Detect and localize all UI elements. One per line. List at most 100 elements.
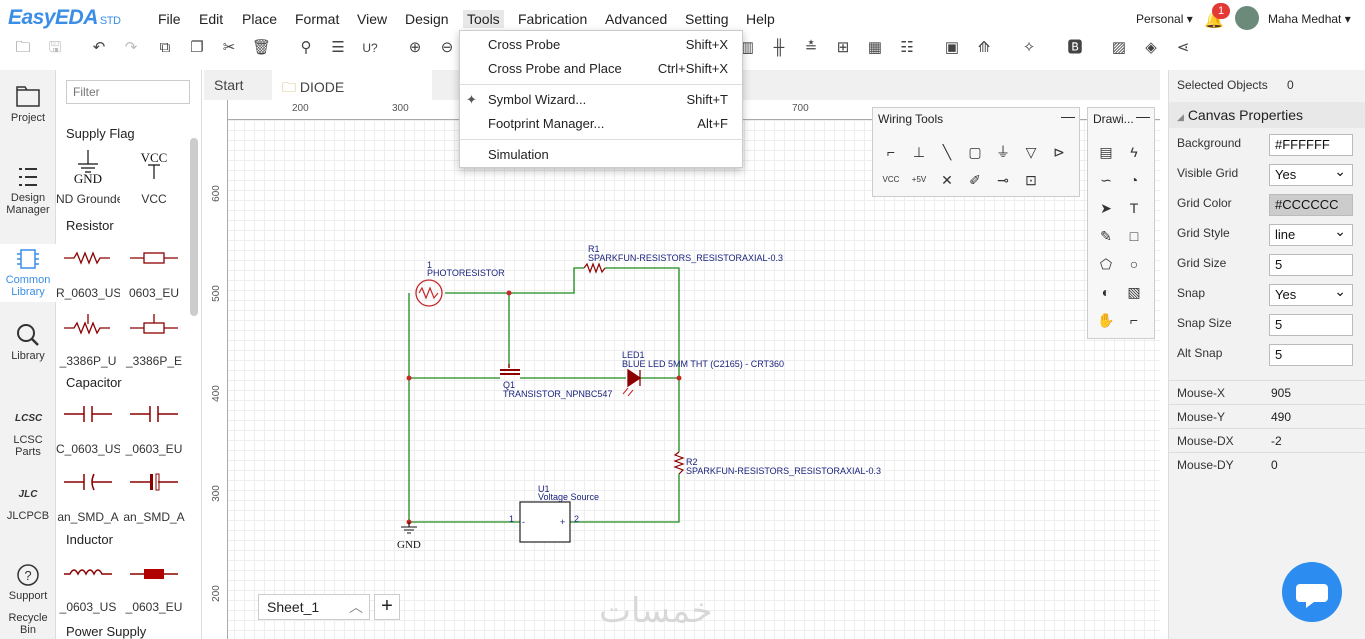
background-input[interactable]: #FFFFFF [1269,134,1353,156]
pie-icon[interactable]: ◐ [1094,280,1118,304]
copy-icon[interactable]: ❐ [188,38,206,58]
part-cap-tan-b[interactable]: an_SMD_A [122,462,186,532]
visible-grid-select[interactable]: Yes [1269,161,1353,186]
find-replace-icon[interactable]: U? [361,38,379,58]
polygon-icon[interactable]: ⬠ [1094,252,1118,276]
layers-up-icon[interactable]: ⟰ [975,38,993,58]
find-similar-icon[interactable]: ☰ [329,38,347,58]
polyline-icon[interactable]: ϟ [1122,140,1146,164]
export-image-icon[interactable]: ▨ [1110,38,1128,58]
sheet-icon[interactable]: ▤ [1094,140,1118,164]
part-vcc[interactable]: VCC VCC [122,144,186,214]
category-resistor[interactable]: Resistor [66,218,114,233]
part-gnd[interactable]: GND ND Grounde [56,144,120,214]
menu-item-symbol-wizard[interactable]: ✦ Symbol Wizard... Shift+T [460,88,742,112]
duplicate-icon[interactable]: ⧉ [156,38,174,58]
nav-library[interactable]: Library [0,322,56,362]
menu-setting[interactable]: Setting [685,11,729,27]
grid-size-input[interactable]: 5 [1269,254,1353,276]
circle-icon[interactable]: ○ [1122,252,1146,276]
menu-advanced[interactable]: Advanced [605,11,667,27]
wire-icon[interactable]: ⌐ [879,140,903,164]
part-cap-tan-a[interactable]: an_SMD_A [56,462,120,532]
menu-item-cross-probe[interactable]: Cross Probe Shift+X [460,33,742,57]
gnd-symbol[interactable]: GND [397,522,421,551]
menu-tools[interactable]: Tools [463,10,504,28]
align-right-icon[interactable]: ☷ [898,38,916,58]
text-icon[interactable]: T [1122,196,1146,220]
q1-part[interactable]: Q1 TRANSISTOR_NPNBC547 [500,364,612,399]
distribute-icon[interactable]: ⊞ [834,38,852,58]
cut-icon[interactable]: ✂ [220,38,238,58]
r2-part[interactable]: R2 SPARKFUN-RESISTORS_RESISTORAXIAL-0.3 [673,451,881,476]
arc-icon[interactable]: ◔ [1122,168,1146,192]
arrow-icon[interactable]: ➤ [1094,196,1118,220]
nav-project[interactable]: Project [0,84,56,124]
part-cap-us[interactable]: C_0603_US [56,394,120,464]
net-port-icon[interactable]: ⊳ [1047,140,1071,164]
menu-format[interactable]: Format [295,11,339,27]
category-power-supply[interactable]: Power Supply [66,624,146,639]
align-bottom-icon[interactable]: ▦ [866,38,884,58]
tab-start[interactable]: Start [204,70,272,100]
filter-input[interactable] [66,80,190,104]
menu-design[interactable]: Design [405,11,449,27]
group-icon[interactable]: ⊡ [1019,168,1043,192]
nav-support[interactable]: ? Support [0,562,56,602]
pin-icon[interactable]: ⊸ [991,168,1015,192]
menu-help[interactable]: Help [746,11,775,27]
workspace-selector[interactable]: Personal ▾ [1136,12,1193,26]
category-capacitor[interactable]: Capacitor [66,375,122,390]
part-inductor-eu[interactable]: _0603_EU [122,552,186,622]
snap-size-input[interactable]: 5 [1269,314,1353,336]
part-resistor-us[interactable]: R_0603_US [56,238,120,308]
rectangle-icon[interactable]: □ [1122,224,1146,248]
net-flag-icon[interactable]: ▽ [1019,140,1043,164]
picture-icon[interactable]: ▧ [1122,280,1146,304]
dimension-icon[interactable]: ⌐ [1122,308,1146,332]
bezier-icon[interactable]: ∽ [1094,168,1118,192]
add-sheet-button[interactable]: + [374,594,400,620]
no-connect-icon[interactable]: ✕ [935,168,959,192]
open-icon[interactable]: 🗀 [14,38,32,58]
category-supply-flag[interactable]: Supply Flag [66,126,135,141]
bus-entry-icon[interactable]: ╲ [935,140,959,164]
avatar[interactable] [1235,6,1259,30]
share-icon[interactable]: ⋖ [1174,38,1192,58]
redo-icon[interactable]: ↷ [122,38,140,58]
grid-color-input[interactable]: #CCCCCC [1269,194,1353,216]
part-pot-us[interactable]: _3386P_U [56,306,120,376]
snap-select[interactable]: Yes [1269,281,1353,306]
led1-part[interactable]: LED1 BLUE LED 5MM THT (C2165) - CRT360 [622,350,784,397]
menu-fabrication[interactable]: Fabrication [518,11,587,27]
library-scrollbar[interactable] [190,138,198,316]
undo-icon[interactable]: ↶ [90,38,108,58]
probe-icon[interactable]: ✐ [963,168,987,192]
align-top-icon[interactable]: ≛ [802,38,820,58]
sheet-selector[interactable]: Sheet_1 ︿ [258,594,370,620]
nav-lcsc-parts[interactable]: LCSC LCSC Parts [0,406,56,458]
menu-edit[interactable]: Edit [199,11,223,27]
photoresistor-part[interactable]: 1 PHOTORESISTOR [415,260,505,307]
u1-voltage-source[interactable]: U1 Voltage Source 1 2 - + [509,484,599,543]
minimize-icon[interactable]: — [1136,108,1150,124]
part-inductor-us[interactable]: _0603_US [56,552,120,622]
freehand-icon[interactable]: ✎ [1094,224,1118,248]
menu-view[interactable]: View [357,11,387,27]
menu-item-footprint-manager[interactable]: Footprint Manager... Alt+F [460,112,742,136]
net-flag-vcc-icon[interactable]: VCC [879,168,903,192]
magic-icon[interactable]: ✧ [1020,38,1038,58]
chat-button[interactable] [1282,562,1342,622]
bom-icon[interactable]: 🅱 [1066,38,1084,58]
align-center-icon[interactable]: ╫ [770,38,788,58]
category-inductor[interactable]: Inductor [66,532,113,547]
part-cap-eu[interactable]: _0603_EU [122,394,186,464]
menu-item-simulation[interactable]: Simulation [460,143,742,167]
menu-place[interactable]: Place [242,11,277,27]
save-icon[interactable]: 🖫 [46,38,64,58]
app-logo[interactable]: EasyEDA STD [8,6,121,30]
bus-icon[interactable]: ⊥ [907,140,931,164]
nav-design-manager[interactable]: Design Manager [0,164,56,216]
tab-diode[interactable]: 🗀 DIODE [272,70,432,100]
menu-item-cross-probe-place[interactable]: Cross Probe and Place Ctrl+Shift+X [460,57,742,81]
